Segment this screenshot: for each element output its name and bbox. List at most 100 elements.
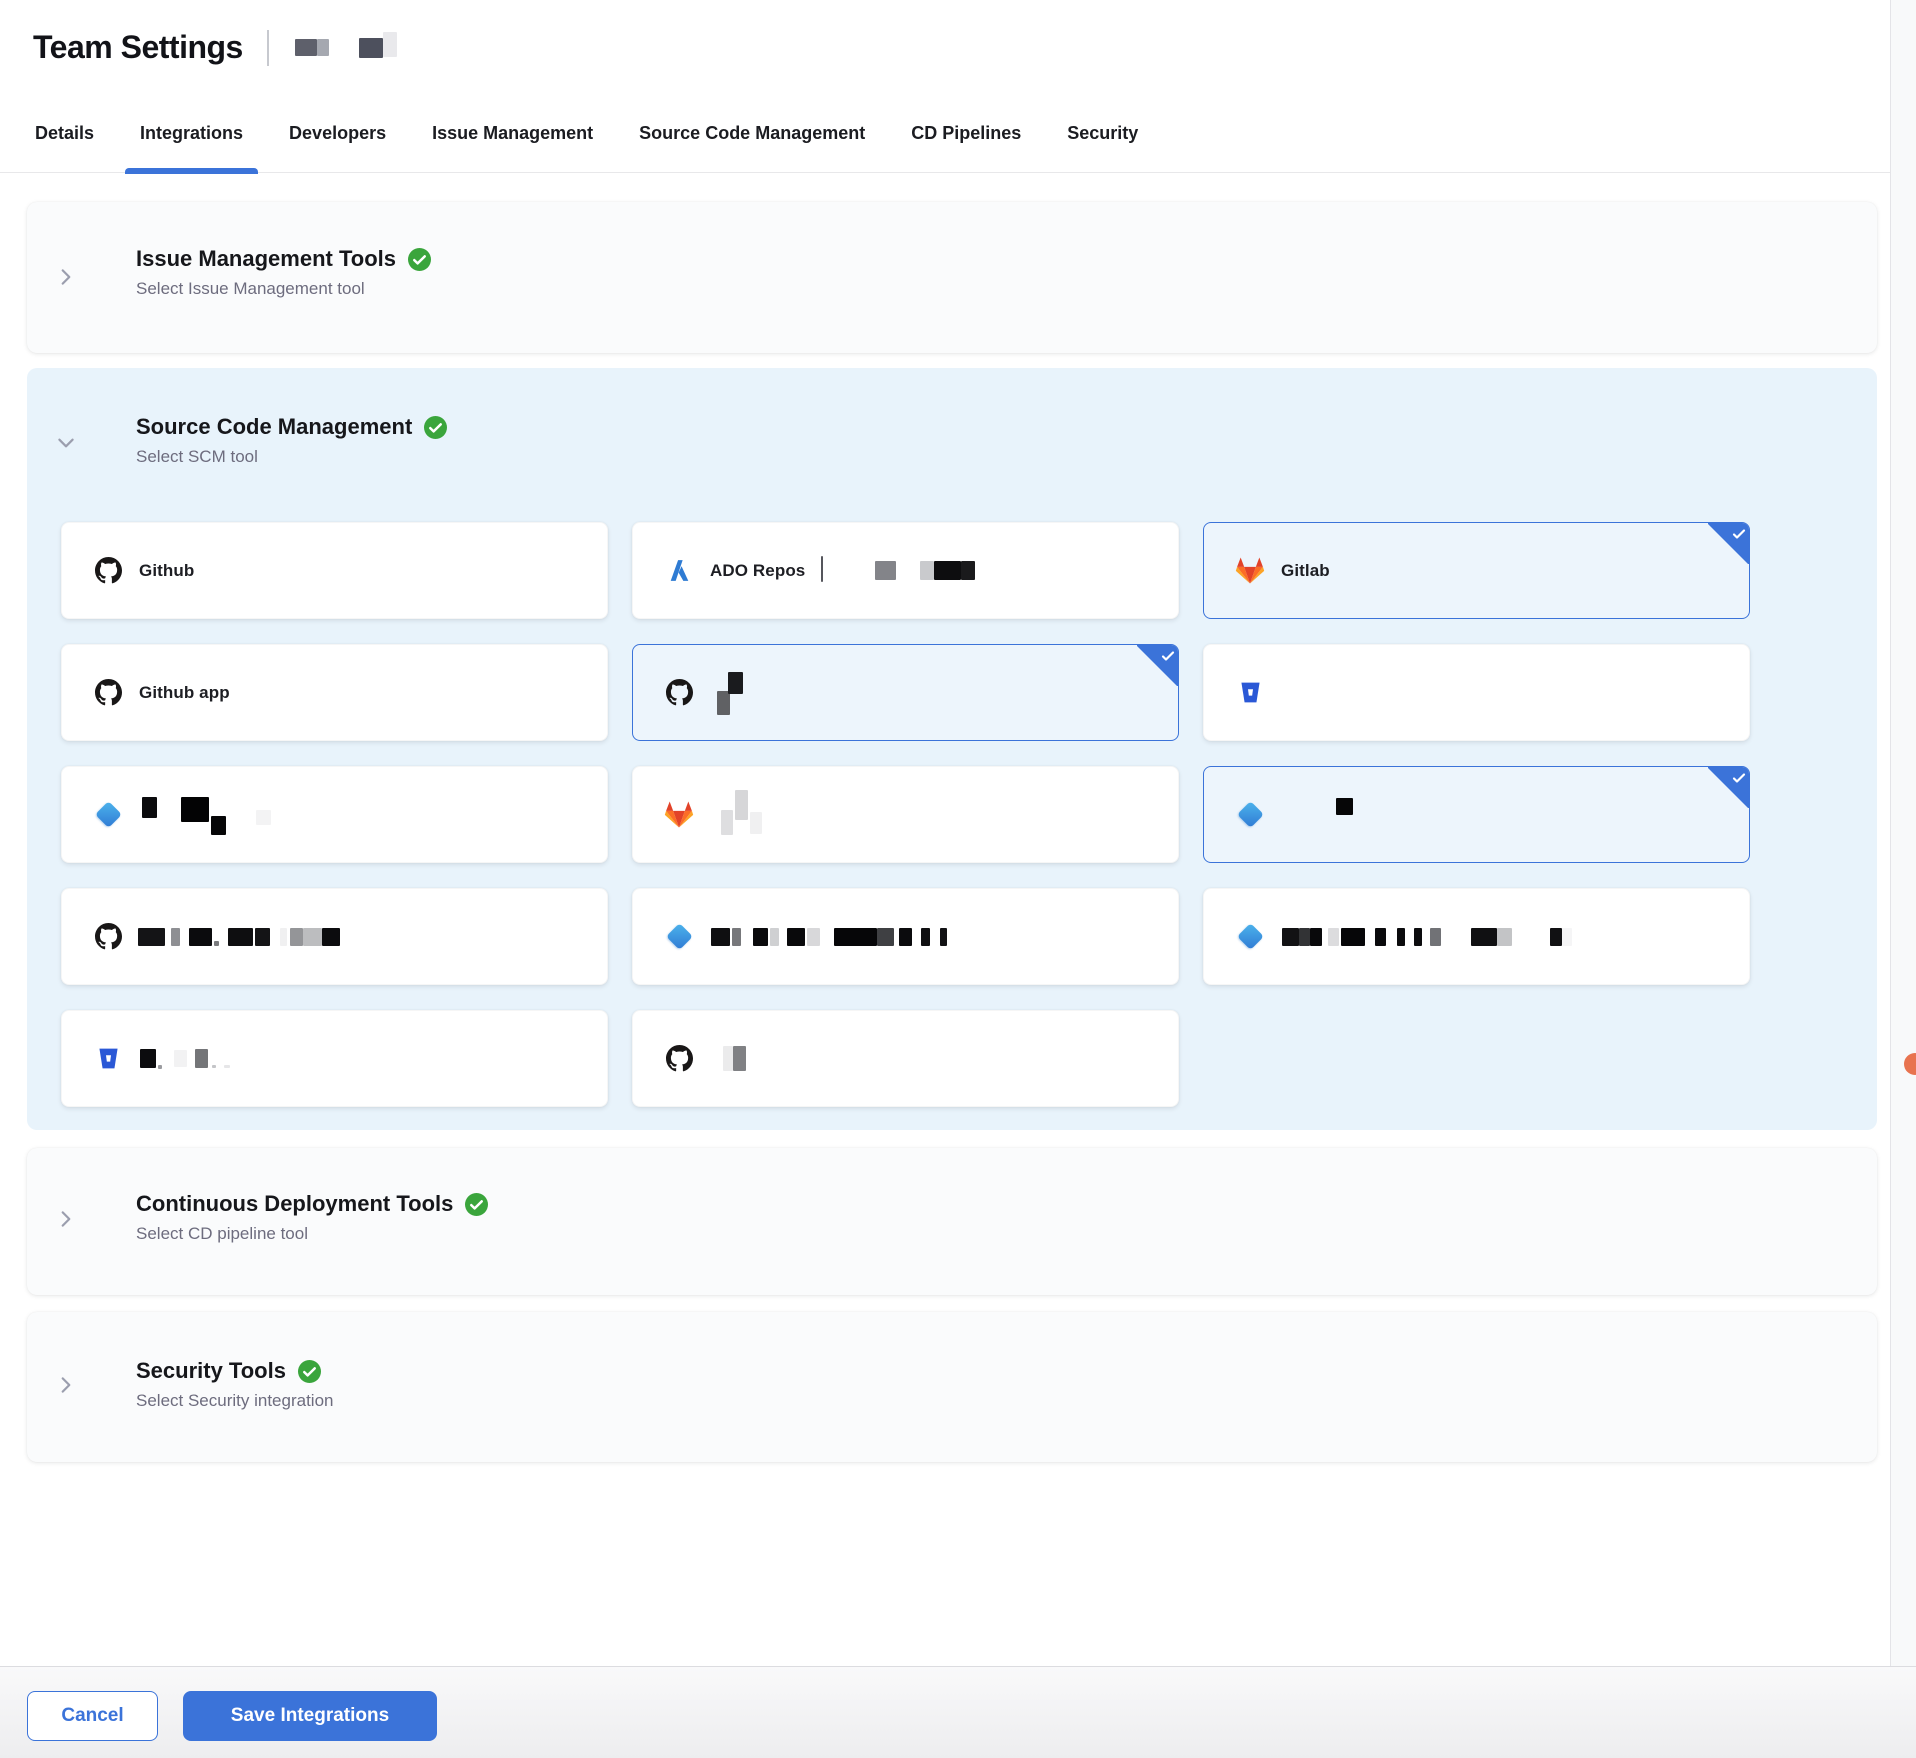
redacted-text-block — [322, 928, 340, 946]
scm-card-gitlab-8[interactable] — [632, 766, 1179, 863]
redacted-card-text — [709, 1046, 746, 1071]
github-icon — [92, 679, 124, 706]
scm-card-github-10[interactable] — [61, 888, 608, 985]
azure-devops-icon — [663, 558, 695, 583]
redacted-text-block — [224, 1065, 230, 1068]
redacted-text-block — [711, 928, 730, 946]
scm-card-azure-repos-11[interactable] — [632, 888, 1179, 985]
redacted-text-block — [383, 32, 397, 57]
redacted-text-block — [181, 797, 209, 822]
success-check-icon — [408, 248, 431, 271]
github-icon — [663, 679, 695, 706]
redacted-text-block — [961, 561, 975, 580]
tab-developers[interactable]: Developers — [287, 96, 388, 171]
scm-card-azure-repos-12[interactable] — [1203, 888, 1750, 985]
section-security-tools[interactable]: Security Tools Select Security integrati… — [27, 1312, 1877, 1462]
redacted-text-block — [211, 816, 226, 835]
redacted-text-block — [735, 790, 748, 820]
redacted-text-block — [934, 561, 961, 580]
redacted-text-block — [359, 38, 383, 58]
redacted-card-text — [709, 928, 947, 946]
cancel-button[interactable]: Cancel — [27, 1691, 158, 1741]
tab-security[interactable]: Security — [1065, 96, 1140, 171]
card-label: Github app — [139, 683, 230, 703]
tab-integrations[interactable]: Integrations — [138, 96, 245, 171]
success-check-icon — [465, 1193, 488, 1216]
redacted-text-block — [733, 1046, 746, 1071]
redacted-text-block — [303, 928, 322, 946]
redacted-card-text — [709, 681, 743, 705]
scm-card-bitbucket-6[interactable] — [1203, 644, 1750, 741]
redacted-text-block — [1375, 928, 1386, 946]
section-issue-management-tools[interactable]: Issue Management Tools Select Issue Mana… — [27, 202, 1877, 353]
section-title: Continuous Deployment Tools — [136, 1191, 453, 1217]
redacted-text-block — [787, 928, 805, 946]
section-subtitle: Select SCM tool — [136, 447, 1877, 467]
redacted-team-name — [295, 39, 329, 56]
selected-check-icon — [1137, 644, 1179, 686]
redacted-text-block — [1471, 928, 1497, 946]
selected-check-icon — [1708, 766, 1750, 808]
redacted-text-block — [940, 928, 947, 946]
redacted-text-block — [228, 928, 253, 946]
redacted-card-text — [1280, 928, 1572, 946]
redacted-text-block — [723, 1046, 733, 1071]
redacted-text-block — [317, 39, 329, 56]
gitlab-icon — [663, 800, 695, 830]
bitbucket-icon — [1234, 680, 1266, 705]
scm-card-azure-repos-7[interactable] — [61, 766, 608, 863]
card-label: Github — [139, 561, 194, 581]
redacted-text-block — [295, 39, 317, 56]
redacted-text-block — [1282, 928, 1299, 946]
tab-source-code-management[interactable]: Source Code Management — [637, 96, 867, 171]
tab-issue-management[interactable]: Issue Management — [430, 96, 595, 171]
section-subtitle: Select Security integration — [136, 1391, 1877, 1411]
tab-cd-pipelines[interactable]: CD Pipelines — [909, 96, 1023, 171]
redacted-text-block — [1336, 798, 1353, 815]
save-integrations-button[interactable]: Save Integrations — [183, 1691, 437, 1741]
chevron-down-icon[interactable] — [55, 432, 77, 454]
redacted-text-block — [834, 928, 877, 946]
chevron-right-icon[interactable] — [55, 1374, 77, 1396]
bitbucket-icon — [92, 1046, 124, 1071]
scm-card-github-5[interactable] — [632, 644, 1179, 741]
chevron-right-icon[interactable] — [55, 266, 77, 288]
scm-grid: Github ADO Repos Gitlab Github app — [61, 522, 1750, 1107]
section-continuous-deployment-tools[interactable]: Continuous Deployment Tools Select CD pi… — [27, 1148, 1877, 1295]
redacted-card-text — [709, 800, 762, 830]
team-settings-page: { "colors": { "accent": "#3B73D9", "succ… — [0, 0, 1916, 1758]
redacted-text-block — [921, 928, 930, 946]
tab-details[interactable]: Details — [33, 96, 96, 171]
section-title: Issue Management Tools — [136, 246, 396, 272]
redacted-text-block — [280, 928, 287, 946]
scm-card-github-app[interactable]: Github app — [61, 644, 608, 741]
card-label: Gitlab — [1281, 561, 1330, 581]
redacted-text-block — [214, 941, 219, 946]
scm-card-bitbucket-13[interactable] — [61, 1010, 608, 1107]
azure-repos-icon — [1234, 923, 1266, 951]
github-icon — [663, 1045, 695, 1072]
redacted-text-block — [753, 928, 768, 946]
scm-card-ado-repos[interactable]: ADO Repos — [632, 522, 1179, 619]
success-check-icon — [424, 416, 447, 439]
redacted-text-block — [1328, 928, 1339, 946]
tab-bar: Details Integrations Developers Issue Manag… — [0, 95, 1890, 173]
azure-repos-icon — [663, 923, 695, 951]
selected-check-icon — [1708, 522, 1750, 564]
redacted-text-block — [821, 556, 823, 582]
redacted-card-text — [138, 802, 271, 827]
redacted-text-block — [1430, 928, 1441, 946]
redacted-text-block — [140, 1049, 156, 1068]
redacted-card-text — [1280, 806, 1353, 823]
redacted-text-block — [1299, 928, 1310, 946]
success-check-icon — [298, 1360, 321, 1383]
footer-action-bar: Cancel Save Integrations — [0, 1666, 1916, 1758]
redacted-text-block — [1414, 928, 1422, 946]
redacted-text-block — [807, 928, 820, 946]
scm-card-github[interactable]: Github — [61, 522, 608, 619]
scm-card-azure-repos-9[interactable] — [1203, 766, 1750, 863]
scm-card-gitlab[interactable]: Gitlab — [1203, 522, 1750, 619]
redacted-text-block — [770, 928, 779, 946]
scm-card-github-14[interactable] — [632, 1010, 1179, 1107]
chevron-right-icon[interactable] — [55, 1208, 77, 1230]
